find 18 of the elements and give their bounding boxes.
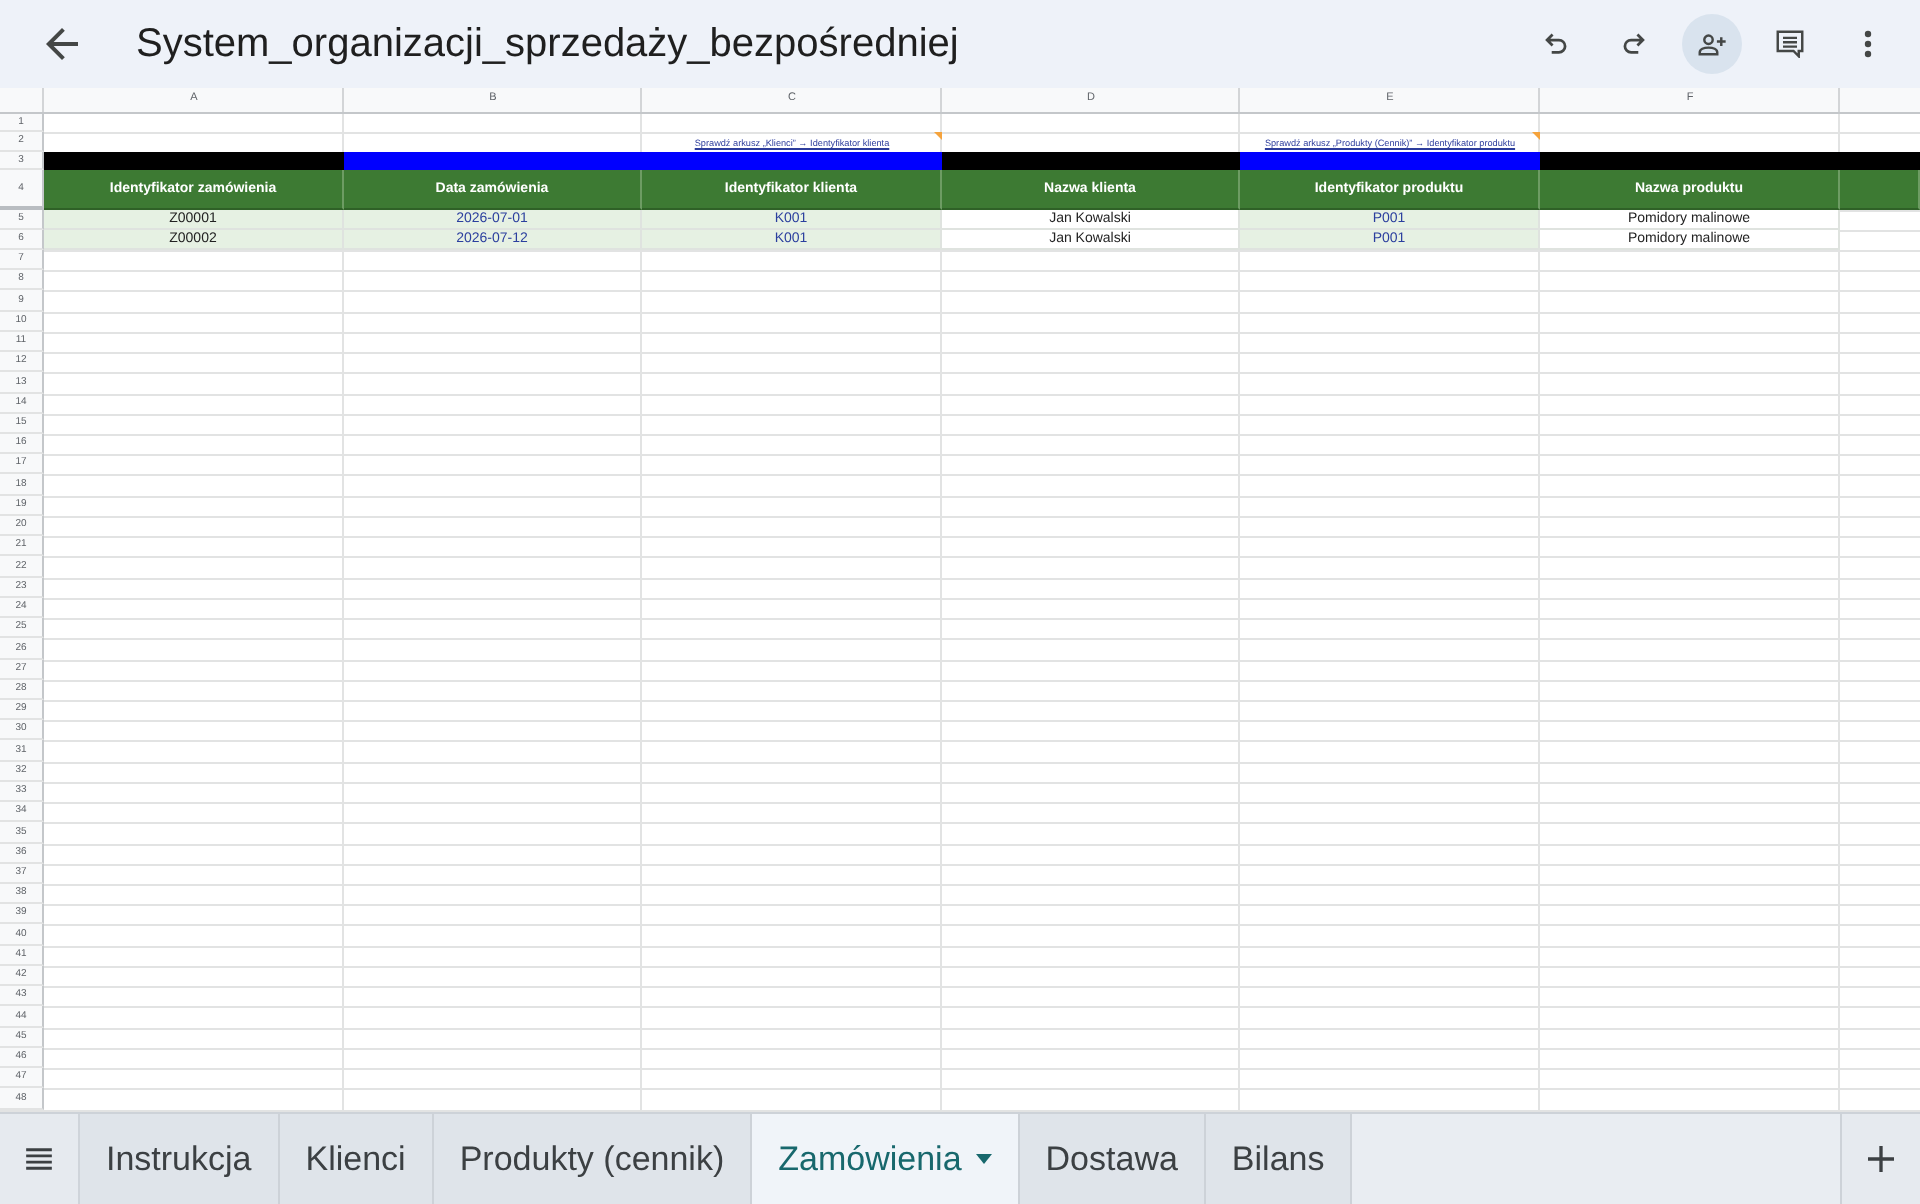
menu-icon (26, 1148, 52, 1170)
undo-icon (1544, 32, 1568, 56)
more-vertical-icon (1864, 30, 1872, 58)
document-title: System_organizacji_sprzedaży_bezpośredniej (136, 20, 959, 68)
sheet-tab[interactable]: Bilans (1205, 1114, 1353, 1204)
add-person-icon (1698, 33, 1726, 55)
sheet-tab[interactable]: Dostawa (1019, 1114, 1206, 1204)
column-header (1840, 170, 1920, 210)
sheet-tab[interactable]: Zamówienia (752, 1114, 1020, 1204)
redo-icon (1622, 32, 1646, 56)
dropdown-caret-icon (975, 1154, 992, 1164)
sheet-tab[interactable]: Instrukcja (80, 1114, 280, 1204)
back-arrow-icon (46, 28, 78, 60)
share-button[interactable] (1682, 14, 1742, 74)
comment-icon (1776, 30, 1804, 58)
sheet-tab[interactable]: Klienci (279, 1114, 434, 1204)
plus-icon (1868, 1146, 1894, 1172)
sheet-tab[interactable]: Produkty (cennik) (433, 1114, 753, 1204)
